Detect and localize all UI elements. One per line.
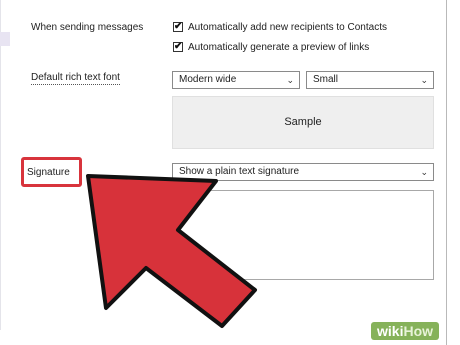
watermark-wiki: wiki: [377, 323, 404, 339]
arrow-shape: [86, 174, 257, 328]
watermark-how: How: [403, 323, 434, 339]
red-arrow-annotation: [86, 174, 257, 328]
wikihow-watermark: wikiHow: [371, 322, 440, 340]
